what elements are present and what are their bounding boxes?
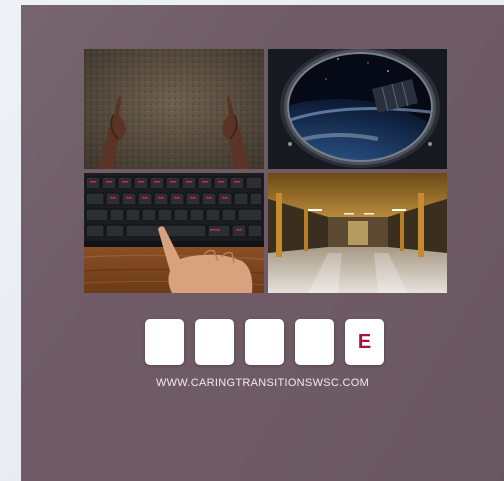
answer-slot[interactable] xyxy=(145,319,184,365)
earth-through-spaceship-window-image xyxy=(268,49,447,169)
hands-on-soil-image xyxy=(84,49,264,169)
clue-image-grid xyxy=(84,49,447,294)
puzzle-card: E WWW.CARINGTRANSITIONSWSC.COM xyxy=(21,5,504,481)
hand-on-keyboard-image xyxy=(84,173,264,293)
answer-slots: E xyxy=(145,319,385,367)
empty-parking-garage-image xyxy=(268,173,447,293)
answer-slot-revealed[interactable]: E xyxy=(345,319,384,365)
answer-slot[interactable] xyxy=(195,319,234,365)
answer-slot[interactable] xyxy=(245,319,284,365)
website-url: WWW.CARINGTRANSITIONSWSC.COM xyxy=(155,377,370,389)
answer-slot[interactable] xyxy=(295,319,334,365)
game-screen: E WWW.CARINGTRANSITIONSWSC.COM xyxy=(0,0,504,481)
